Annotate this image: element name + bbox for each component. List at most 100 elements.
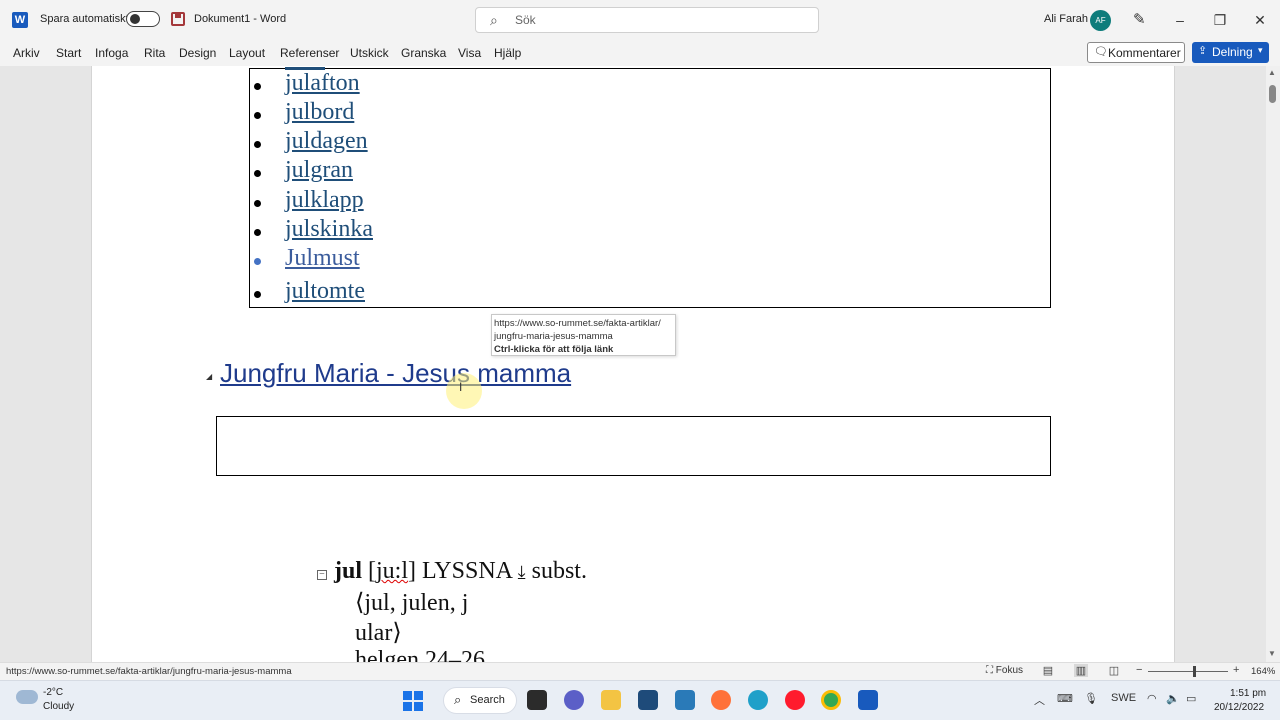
volume-icon[interactable]: 🔈: [1166, 692, 1180, 705]
taskbar-search-button[interactable]: ⌕ Search: [443, 687, 517, 714]
document-title[interactable]: Dokument1 - Word: [194, 13, 286, 25]
menu-rita[interactable]: Rita: [144, 46, 165, 60]
document-area[interactable]: julafton julbord juldagen julgran julkla…: [0, 66, 1280, 662]
list-link[interactable]: jultomte: [285, 278, 365, 305]
chrome-icon[interactable]: [821, 690, 841, 710]
dict-listen[interactable]: LYSSNA: [422, 558, 512, 584]
list-item: Julmust: [250, 245, 850, 275]
menu-visa[interactable]: Visa: [458, 46, 481, 60]
scroll-thumb[interactable]: [1269, 85, 1276, 103]
zoom-slider[interactable]: [1148, 671, 1228, 672]
bullet-icon: [254, 229, 261, 236]
list-item: julbord: [250, 99, 850, 129]
chevron-up-icon[interactable]: ︿: [1034, 692, 1045, 708]
comment-icon: 🗨: [1094, 46, 1108, 58]
menu-granska[interactable]: Granska: [401, 46, 446, 60]
heading-link[interactable]: Jungfru Maria - Jesus mamma: [220, 358, 571, 389]
microphone-icon[interactable]: 🎙: [1084, 692, 1098, 705]
task-view-icon[interactable]: [527, 690, 547, 710]
menu-arkiv[interactable]: Arkiv: [13, 46, 40, 60]
list-link[interactable]: julafton: [285, 70, 360, 97]
firefox-icon[interactable]: [711, 690, 731, 710]
menu-layout[interactable]: Layout: [229, 46, 265, 60]
file-explorer-icon[interactable]: [601, 690, 621, 710]
language-indicator[interactable]: SWE: [1111, 692, 1136, 704]
bullet-icon: [254, 258, 261, 265]
avatar[interactable]: AF: [1090, 10, 1111, 31]
weather-condition[interactable]: Cloudy: [43, 701, 74, 712]
collapse-minus-icon[interactable]: −: [317, 570, 327, 580]
word-app-icon: W: [12, 12, 28, 28]
menu-referenser[interactable]: Referenser: [280, 46, 339, 60]
share-button[interactable]: ⇪ Delning ▾: [1192, 42, 1269, 63]
bullet-icon: [254, 141, 261, 148]
list-link[interactable]: Julmust: [285, 245, 360, 272]
search-placeholder: Sök: [515, 13, 536, 27]
menu-design[interactable]: Design: [179, 46, 216, 60]
battery-icon[interactable]: ▭: [1186, 692, 1196, 705]
dict-word: jul: [334, 558, 363, 584]
bullet-icon: [254, 200, 261, 207]
list-item: julklapp: [250, 187, 850, 217]
opera-icon[interactable]: [785, 690, 805, 710]
autosave-label: Spara automatiskt: [40, 13, 129, 25]
clock-date[interactable]: 20/12/2022: [1214, 702, 1264, 713]
menu-start[interactable]: Start: [56, 46, 81, 60]
store-icon[interactable]: [638, 690, 658, 710]
tooltip-url-line1: https://www.so-rummet.se/fakta-artiklar/: [494, 318, 661, 329]
menu-infoga[interactable]: Infoga: [95, 46, 128, 60]
cloud-icon[interactable]: [16, 690, 38, 704]
list-link[interactable]: juldagen: [285, 128, 368, 155]
download-icon[interactable]: ⤓: [518, 562, 526, 582]
restore-button[interactable]: ❐: [1205, 8, 1235, 32]
taskbar-search-label: Search: [470, 694, 505, 706]
edge-icon[interactable]: [748, 690, 768, 710]
vertical-scrollbar[interactable]: ▲ ▼: [1266, 66, 1280, 662]
menu-utskick[interactable]: Utskick: [350, 46, 389, 60]
list-link[interactable]: julskinka: [285, 216, 373, 243]
word-taskbar-icon[interactable]: [858, 690, 878, 710]
focus-button[interactable]: ⛶ Fokus: [986, 665, 1023, 676]
save-icon[interactable]: [171, 12, 185, 26]
search-input[interactable]: ⌕ Sök: [475, 7, 819, 33]
tooltip-hint: Ctrl-klicka för att följa länk: [494, 344, 614, 355]
teams-chat-icon[interactable]: [564, 690, 584, 710]
dict-pron-close: ]: [408, 558, 417, 584]
read-mode-icon[interactable]: ▤: [1041, 664, 1055, 677]
autosave-toggle[interactable]: [126, 11, 160, 27]
pen-icon[interactable]: ✎: [1133, 10, 1146, 28]
clock-time[interactable]: 1:51 pm: [1230, 688, 1266, 699]
comments-label: Kommentarer: [1108, 46, 1181, 60]
print-layout-icon[interactable]: ▥: [1074, 664, 1088, 677]
empty-table[interactable]: [216, 416, 1051, 476]
zoom-level[interactable]: 164%: [1251, 666, 1275, 677]
web-layout-icon[interactable]: ◫: [1107, 664, 1121, 677]
app-icon[interactable]: [675, 690, 695, 710]
start-icon[interactable]: [403, 691, 423, 711]
comments-button[interactable]: 🗨 Kommentarer: [1087, 42, 1185, 63]
zoom-slider-thumb[interactable]: [1193, 666, 1196, 677]
menu-hjalp[interactable]: Hjälp: [494, 46, 521, 60]
minimize-button[interactable]: –: [1165, 8, 1195, 32]
search-icon: ⌕: [490, 12, 498, 28]
dict-partial-line: helgen 24–26: [355, 647, 485, 662]
cursor-highlight: [446, 373, 482, 409]
scroll-up-icon[interactable]: ▲: [1268, 68, 1276, 77]
close-button[interactable]: ✕: [1245, 8, 1275, 32]
list-link[interactable]: julbord: [285, 99, 354, 126]
collapse-triangle-icon[interactable]: ◢: [206, 372, 212, 381]
user-name[interactable]: Ali Farah: [1044, 13, 1088, 25]
chevron-down-icon[interactable]: ▾: [1258, 45, 1263, 56]
zoom-out-button[interactable]: −: [1136, 664, 1142, 676]
temperature[interactable]: -2°C: [43, 687, 63, 698]
list-link[interactable]: julklapp: [285, 187, 364, 214]
wifi-icon[interactable]: ◠: [1147, 692, 1157, 705]
document-page[interactable]: julafton julbord juldagen julgran julkla…: [91, 66, 1175, 662]
bullet-icon: [254, 83, 261, 90]
dict-headline: jul [ju:l] LYSSNA ⤓ subst.: [334, 558, 587, 585]
zoom-in-button[interactable]: +: [1233, 664, 1239, 676]
toggle-knob: [130, 14, 140, 24]
keyboard-icon[interactable]: ⌨: [1057, 692, 1073, 705]
list-link[interactable]: julgran: [285, 157, 353, 184]
scroll-down-icon[interactable]: ▼: [1268, 649, 1276, 658]
